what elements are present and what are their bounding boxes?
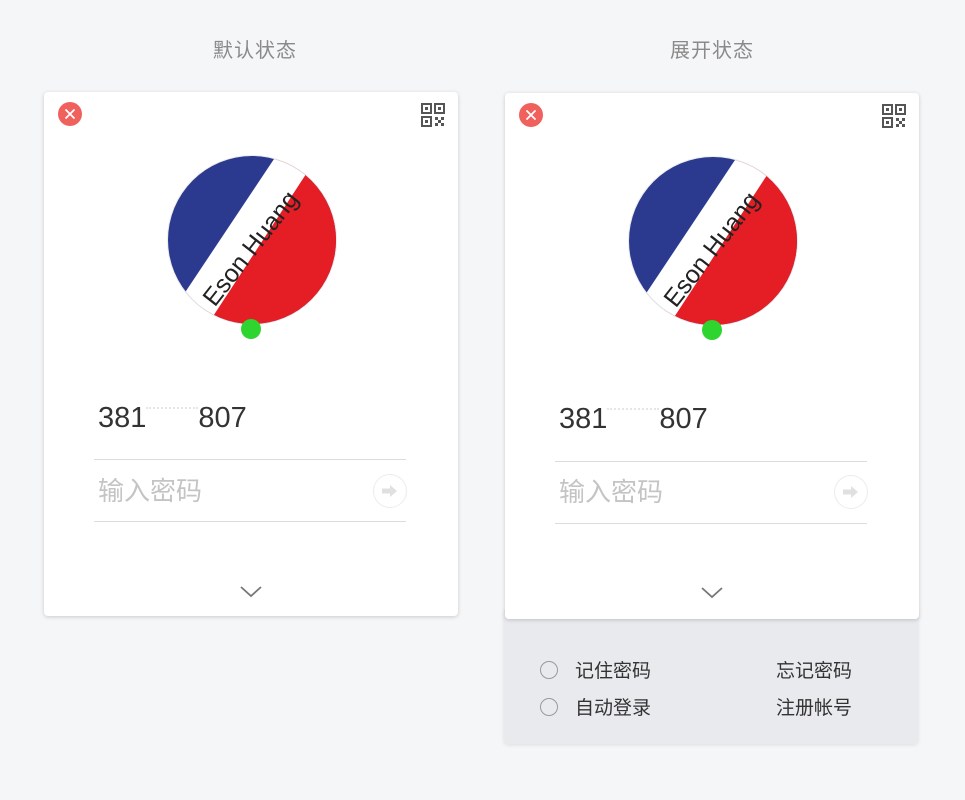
remember-password-option[interactable]: 记住密码 (540, 656, 651, 683)
account-underline (555, 461, 867, 462)
qr-code-icon[interactable] (420, 102, 446, 128)
chevron-down-icon (701, 587, 723, 599)
account-mask (146, 407, 199, 431)
account-prefix: 381 (98, 402, 147, 434)
account-underline (94, 459, 406, 460)
auto-login-label: 自动登录 (575, 697, 652, 719)
close-button[interactable] (58, 102, 82, 126)
auto-login-option[interactable]: 自动登录 (540, 693, 651, 720)
login-options-panel: 记住密码 自动登录 忘记密码 注册帐号 (504, 610, 918, 744)
password-input[interactable] (557, 471, 831, 515)
chevron-down-icon (240, 586, 262, 598)
account-suffix: 807 (659, 403, 708, 435)
collapse-options-button[interactable] (697, 583, 727, 603)
login-arrow-button[interactable] (834, 475, 868, 509)
default-state-title: 默认状态 (213, 38, 297, 62)
forgot-password-link[interactable]: 忘记密码 (776, 656, 852, 683)
account-prefix: 381 (559, 403, 608, 435)
avatar: Eson Huang (168, 156, 336, 324)
online-status-dot (702, 320, 722, 340)
password-underline (94, 521, 406, 522)
avatar: Eson Huang (629, 157, 797, 325)
login-card-expanded: Eson Huang 381 807 (505, 93, 919, 619)
close-icon (526, 110, 536, 120)
password-underline (555, 523, 867, 524)
expand-options-button[interactable] (236, 582, 266, 602)
account-suffix: 807 (198, 402, 247, 434)
account-mask (607, 408, 660, 432)
password-input[interactable] (96, 470, 370, 514)
close-button[interactable] (519, 103, 543, 127)
register-account-link[interactable]: 注册帐号 (776, 693, 852, 720)
login-arrow-button[interactable] (373, 474, 407, 508)
qr-code-icon[interactable] (881, 103, 907, 129)
auto-login-radio[interactable] (540, 697, 558, 716)
remember-password-label: 记住密码 (575, 660, 652, 682)
account-number[interactable]: 381 807 (559, 403, 708, 436)
close-icon (65, 109, 75, 119)
remember-password-radio[interactable] (540, 660, 558, 679)
login-card-default: Eson Huang 381 807 (44, 92, 458, 616)
expanded-state-title: 展开状态 (670, 38, 754, 62)
arrow-right-icon (382, 485, 397, 497)
arrow-right-icon (843, 486, 858, 498)
online-status-dot (241, 319, 261, 339)
account-number[interactable]: 381 807 (98, 402, 247, 435)
